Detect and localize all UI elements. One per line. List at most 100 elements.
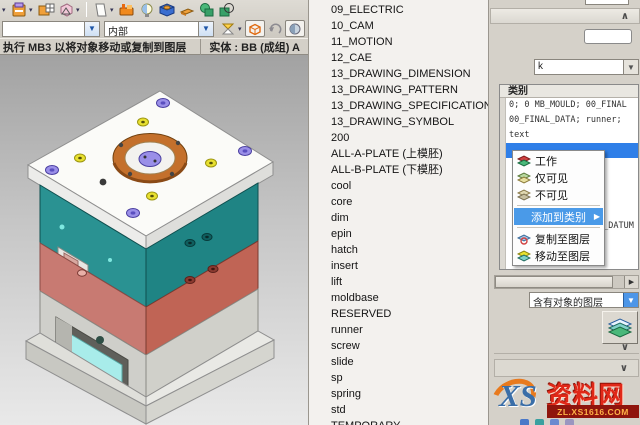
layer-list-item[interactable]: dim <box>331 210 488 226</box>
new-sheet-caret-icon[interactable]: ▾ <box>110 6 117 14</box>
category-row[interactable]: 0; 0 MB_MOULD; 00_FINAL <box>500 98 638 113</box>
layer-list-item[interactable]: epin <box>331 226 488 242</box>
menu-item-label: 移动至图层 <box>535 248 590 264</box>
layer-list-item[interactable]: std <box>331 402 488 418</box>
layer-category-list-panel: 09_ELECTRIC10_CAM11_MOTION12_CAE13_DRAWI… <box>308 0 488 425</box>
menu-item-label: 仅可见 <box>535 170 568 186</box>
layer-list-item[interactable]: spring <box>331 386 488 402</box>
layer-list-item[interactable]: moldbase <box>331 290 488 306</box>
invisible-layer-icon <box>516 189 531 201</box>
menu-item-work[interactable]: 工作 <box>514 152 603 169</box>
blue-cube-hole-icon[interactable] <box>157 1 177 18</box>
category-row[interactable]: text <box>500 128 638 143</box>
layer-list-item[interactable]: 10_CAM <box>331 18 488 34</box>
layer-list-item[interactable]: 13_DRAWING_SPECIFICATION <box>331 98 488 114</box>
menu-item-move-to-layer[interactable]: 移动至图层 <box>514 247 603 264</box>
section-chevron-icon[interactable]: ∨ <box>610 363 638 374</box>
overflow-caret-icon[interactable]: ▾ <box>2 6 9 14</box>
listbox-gutter <box>500 98 506 269</box>
layer-list-item[interactable]: core <box>331 194 488 210</box>
eraser-icon[interactable] <box>177 1 197 18</box>
locating-ring[interactable] <box>113 134 187 183</box>
blank-field-button[interactable] <box>584 29 632 44</box>
layer-settings-button[interactable] <box>602 311 638 344</box>
menu-item-visible-only[interactable]: 仅可见 <box>514 169 603 186</box>
new-sheet-icon[interactable] <box>90 1 110 18</box>
category-column-header: 类别 <box>500 85 638 98</box>
orient-view-cube-icon[interactable] <box>245 20 265 37</box>
category-row[interactable]: 00_FINAL_DATA; runner; <box>500 113 638 128</box>
subtract-boolean-icon[interactable] <box>217 1 237 18</box>
toolbar-separator <box>86 2 87 17</box>
clipped-bottom-icons <box>520 419 574 425</box>
combo-dropdown-icon[interactable]: ▼ <box>198 22 213 36</box>
layer-list-item[interactable]: lift <box>331 274 488 290</box>
layer-list-item[interactable]: 13_DRAWING_SYMBOL <box>331 114 488 130</box>
layer-settings-icon <box>607 317 633 339</box>
unite-boolean-icon[interactable] <box>197 1 217 18</box>
graphics-viewport[interactable] <box>0 55 308 425</box>
clipped-icon <box>535 419 544 425</box>
section-chevron-icon[interactable]: ∨ <box>611 342 639 353</box>
layer-list-item[interactable]: 12_CAE <box>331 50 488 66</box>
layer-list-item[interactable]: 13_DRAWING_PATTERN <box>331 82 488 98</box>
work-layer-icon <box>516 155 531 167</box>
selection-scope-value <box>3 22 84 36</box>
undo-icon[interactable] <box>265 20 285 37</box>
clipboard-caret-icon[interactable]: ▾ <box>29 6 36 14</box>
prism-icon[interactable] <box>56 1 76 18</box>
menu-item-add-to-category[interactable]: 添加到类别 ▶ <box>514 208 603 225</box>
layer-list-item[interactable]: 13_DRAWING_DIMENSION <box>331 66 488 82</box>
bulb-icon[interactable] <box>137 1 157 18</box>
tools-icon[interactable] <box>117 1 137 18</box>
layer-list-item[interactable]: ALL-A-PLATE (上模胚) <box>331 146 488 162</box>
filter-combo[interactable]: 内部 ▼ <box>104 21 214 37</box>
collapsed-section-1[interactable]: ∨ <box>494 341 639 354</box>
layer-list-item[interactable]: 11_MOTION <box>331 34 488 50</box>
layer-context-menu: 工作 仅可见 不可见 添加到类别 ▶ 复制至图层 <box>512 150 605 266</box>
style-caret-icon[interactable]: ▾ <box>238 25 245 33</box>
layer-list-item[interactable]: sp <box>331 370 488 386</box>
combo-dropdown-icon[interactable]: ▼ <box>84 22 99 36</box>
menu-item-invisible[interactable]: 不可见 <box>514 186 603 203</box>
cad-application-window: ▾ ▾ ▾ ▾ <box>0 0 640 425</box>
layer-list-item[interactable]: cool <box>331 178 488 194</box>
menu-item-label: 复制至图层 <box>535 231 590 247</box>
panel-section-header[interactable]: ∧ <box>490 8 640 24</box>
mold-3d-model[interactable] <box>0 55 308 425</box>
clipboard-icon[interactable] <box>9 1 29 18</box>
horizontal-scrollbar[interactable]: ▶ <box>494 275 639 289</box>
scrollbar-thumb[interactable] <box>495 276 613 288</box>
collapse-chevron-icon[interactable]: ∧ <box>611 11 639 22</box>
category-filter-combo[interactable]: k ▼ <box>534 59 639 75</box>
sprue-dot <box>100 179 107 186</box>
combo-dropdown-icon[interactable]: ▼ <box>623 60 638 74</box>
pattern-feature-icon[interactable] <box>36 1 56 18</box>
scroll-right-arrow-icon[interactable]: ▶ <box>624 276 638 288</box>
layer-list-item[interactable]: TEMPORARY <box>331 418 488 425</box>
menu-item-copy-to-layer[interactable]: 复制至图层 <box>514 230 603 247</box>
layers-shown-combo[interactable]: 含有对象的图层 ▼ <box>529 292 639 308</box>
collapsed-section-2[interactable]: ∨ <box>494 359 639 377</box>
combo-dropdown-icon[interactable]: ▼ <box>623 293 638 307</box>
layer-list-item[interactable]: ALL-B-PLATE (下模胚) <box>331 162 488 178</box>
prism-caret-icon[interactable]: ▾ <box>76 6 83 14</box>
selection-scope-combo[interactable]: ▼ <box>2 21 100 37</box>
layer-list-item[interactable]: screw <box>331 338 488 354</box>
shaded-view-icon[interactable] <box>285 20 305 37</box>
clipped-top-control <box>585 0 629 5</box>
layer-list-item[interactable]: hatch <box>331 242 488 258</box>
menu-item-label: 添加到类别 <box>531 209 586 225</box>
menu-separator <box>517 227 600 228</box>
layer-list-item[interactable]: runner <box>331 322 488 338</box>
category-filter-value: k <box>535 60 623 74</box>
clipped-icon <box>550 419 559 425</box>
layer-list-item[interactable]: 09_ELECTRIC <box>331 2 488 18</box>
style-fan-icon[interactable] <box>218 20 238 37</box>
copy-to-layer-icon <box>516 233 531 245</box>
layer-list-item[interactable]: 200 <box>331 130 488 146</box>
layer-list-item[interactable]: slide <box>331 354 488 370</box>
layer-list-item[interactable]: insert <box>331 258 488 274</box>
submenu-arrow-icon: ▶ <box>594 212 600 221</box>
layer-list-item[interactable]: RESERVED <box>331 306 488 322</box>
